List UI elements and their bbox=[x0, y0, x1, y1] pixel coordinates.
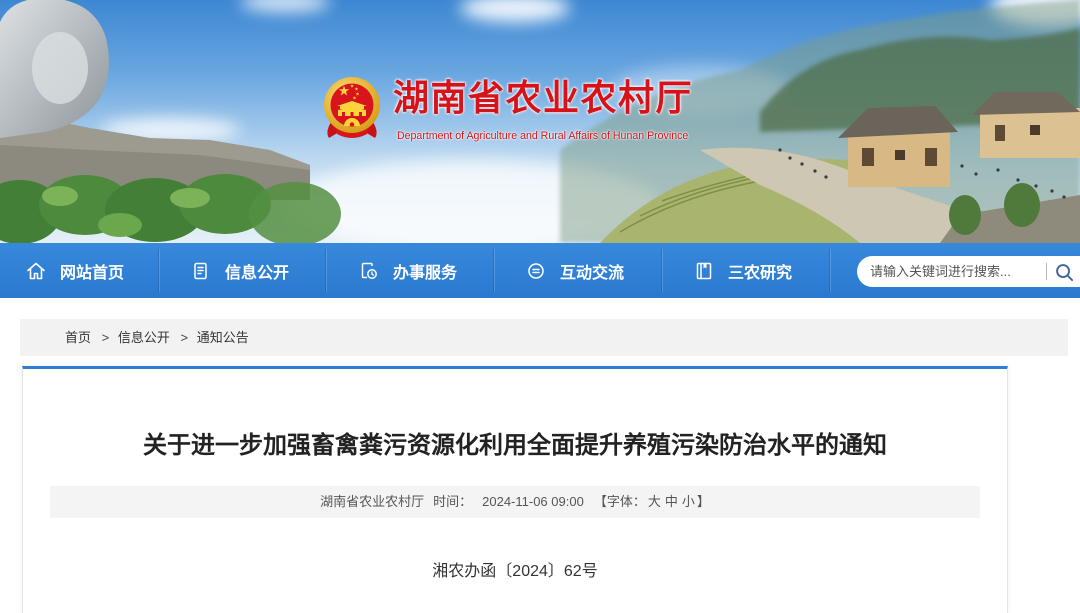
font-size-label: 【字体： bbox=[593, 494, 646, 509]
breadcrumb-separator: > bbox=[101, 330, 110, 345]
nav-item-services[interactable]: 办事服务 bbox=[326, 243, 494, 298]
search-icon bbox=[1055, 263, 1073, 281]
breadcrumb: 首页 > 信息公开 > 通知公告 bbox=[20, 319, 1068, 356]
font-size-bracket-close: 】 bbox=[696, 494, 710, 509]
nav-item-interaction[interactable]: 互动交流 bbox=[494, 243, 662, 298]
nav-item-label: 信息公开 bbox=[225, 264, 290, 282]
font-size-large-button[interactable]: 大 bbox=[648, 494, 661, 509]
site-title[interactable]: 湖南省农业农村厅 bbox=[393, 74, 693, 122]
main-nav: 网站首页 信息公开 办事服务 互动交流 三农研究 bbox=[0, 243, 1080, 298]
publish-time: 2024-11-06 09:00 bbox=[482, 494, 584, 509]
document-number: 湘农办函〔2024〕62号 bbox=[432, 563, 598, 580]
national-emblem-icon bbox=[324, 77, 380, 138]
search-button[interactable] bbox=[1053, 261, 1075, 283]
chat-icon bbox=[526, 261, 546, 281]
header-banner: 湖南省农业农村厅 Department of Agriculture and R… bbox=[0, 0, 1080, 243]
nav-item-research[interactable]: 三农研究 bbox=[662, 243, 830, 298]
search-input[interactable] bbox=[857, 256, 1042, 287]
nav-item-label: 办事服务 bbox=[393, 264, 458, 282]
search-box bbox=[857, 256, 1080, 287]
home-icon bbox=[26, 261, 46, 281]
nav-item-info-disclosure[interactable]: 信息公开 bbox=[159, 243, 326, 298]
font-size-medium-button[interactable]: 中 bbox=[665, 494, 678, 509]
nav-item-label: 网站首页 bbox=[60, 264, 125, 282]
breadcrumb-info-disclosure-link[interactable]: 信息公开 bbox=[118, 330, 170, 345]
font-size-small-button[interactable]: 小 bbox=[682, 494, 695, 509]
document-icon bbox=[191, 261, 211, 281]
breadcrumb-home-link[interactable]: 首页 bbox=[65, 330, 91, 345]
site-logo[interactable] bbox=[321, 76, 383, 140]
article-title: 关于进一步加强畜禽粪污资源化利用全面提升养殖污染防治水平的通知 bbox=[143, 432, 887, 459]
article-meta-bar: 湖南省农业农村厅 时间： 2024-11-06 09:00 【字体：大中小】 bbox=[50, 486, 980, 518]
nav-item-home[interactable]: 网站首页 bbox=[0, 243, 159, 298]
service-icon bbox=[359, 261, 379, 281]
breadcrumb-separator: > bbox=[180, 330, 189, 345]
article-source: 湖南省农业农村厅 bbox=[320, 494, 425, 509]
nav-item-label: 三农研究 bbox=[728, 264, 793, 282]
search-divider bbox=[1046, 263, 1047, 280]
article-card: 关于进一步加强畜禽粪污资源化利用全面提升养殖污染防治水平的通知 湖南省农业农村厅… bbox=[22, 366, 1008, 613]
nav-item-label: 互动交流 bbox=[560, 264, 625, 282]
breadcrumb-notices-link[interactable]: 通知公告 bbox=[197, 330, 249, 345]
book-icon bbox=[694, 261, 714, 281]
site-subtitle: Department of Agriculture and Rural Affa… bbox=[397, 130, 689, 142]
publish-time-label: 时间： bbox=[433, 494, 473, 509]
